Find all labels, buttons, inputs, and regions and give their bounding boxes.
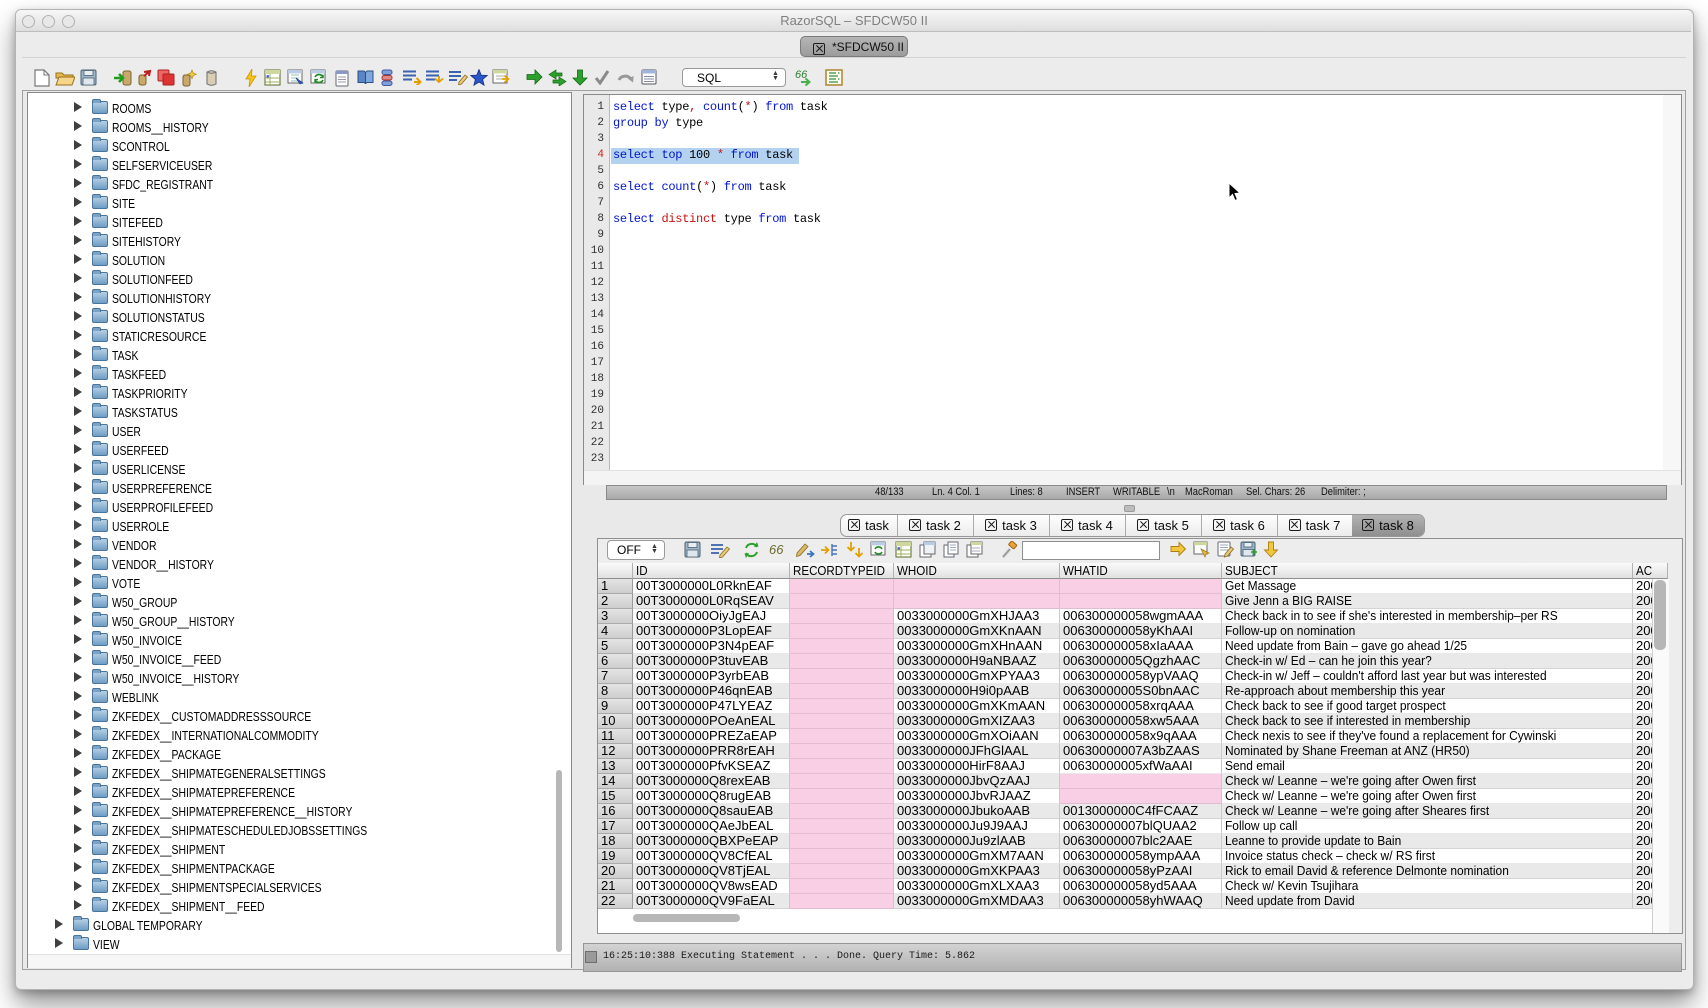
svg-text:66: 66 xyxy=(769,544,784,556)
